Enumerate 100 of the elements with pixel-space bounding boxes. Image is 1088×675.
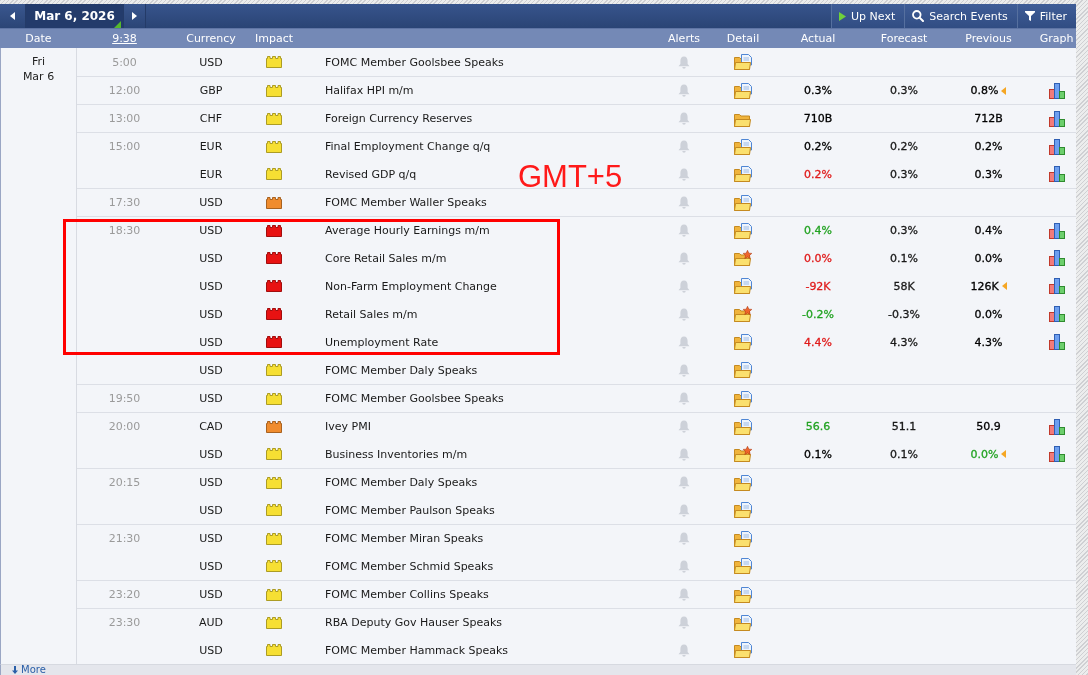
folder-document-icon[interactable] [734,418,752,435]
bar-chart-icon[interactable] [1048,278,1065,294]
down-arrow-icon [12,666,18,674]
forecast-value: 0.1% [890,251,918,265]
folder-document-icon[interactable] [734,138,752,155]
event-time: 13:00 [108,112,141,125]
up-next-button[interactable]: Up Next [831,4,905,28]
search-events-button[interactable]: Search Events [904,4,1017,28]
forecast-value: 0.2% [890,140,918,153]
forecast-value: -0.3% [888,307,920,321]
currency-code: USD [199,559,223,573]
folder-document-icon[interactable] [734,166,752,182]
event-time: 15:00 [108,140,141,153]
folder-document-icon[interactable] [734,558,752,574]
folder-star-icon[interactable] [734,250,752,266]
folder-document-icon[interactable] [734,474,752,491]
folder-document-icon[interactable] [734,362,752,378]
more-link[interactable]: More [12,665,46,675]
actual-value: 4.4% [804,335,832,349]
event-title: FOMC Member Goolsbee Speaks [325,392,504,405]
bar-chart-icon[interactable] [1048,110,1065,127]
bar-chart-icon[interactable] [1048,138,1065,155]
date-label: Mar 6 [22,69,55,84]
event-title: FOMC Member Schmid Speaks [325,559,494,573]
folder-document-icon[interactable] [734,278,752,294]
current-time-link[interactable]: 9:38 [112,32,137,45]
currency-code: USD [199,196,223,209]
event-title: FOMC Member Daly Speaks [325,363,478,377]
actual-value: 0.2% [804,140,832,153]
bar-chart-icon[interactable] [1048,334,1065,350]
previous-value: 4.3% [974,335,1003,349]
event-title: Core Retail Sales m/m [325,251,447,265]
currency-code: AUD [198,616,223,629]
corner-triangle-icon [114,21,121,28]
currency-code: USD [199,392,223,405]
folder-document-icon[interactable] [734,642,752,658]
currency-code: GBP [199,84,223,97]
event-title: FOMC Member Hammack Speaks [325,643,509,657]
bar-chart-icon[interactable] [1048,250,1065,266]
folder-document-icon[interactable] [734,194,752,211]
actual-value: 0.2% [804,167,832,181]
column-header: Actual [800,32,836,45]
folder-document-icon[interactable] [734,502,752,518]
bar-chart-icon[interactable] [1048,418,1065,435]
event-title: FOMC Member Collins Speaks [325,588,489,601]
currency-code: EUR [199,167,223,181]
event-time: 18:30 [108,224,141,237]
folder-document-icon[interactable] [734,334,752,350]
play-icon [839,11,847,21]
forecast-value: 0.3% [890,84,918,97]
folder-document-icon[interactable] [734,222,752,239]
currency-code: USD [199,476,223,489]
folder-star-icon[interactable] [734,446,752,462]
filter-button[interactable]: Filter [1016,4,1076,28]
column-header: Graph [1039,32,1074,45]
date-picker-button[interactable]: Mar 6, 2026 [26,4,123,28]
actual-value: -92K [805,279,831,293]
previous-value: 0.4% [974,224,1003,237]
event-time: 19:50 [108,392,141,405]
column-header: Forecast [880,32,928,45]
bar-chart-icon[interactable] [1048,306,1065,322]
folder-document-icon[interactable] [734,390,752,407]
actual-value: -0.2% [802,307,834,321]
folder-star-icon[interactable] [734,306,752,322]
currency-code: USD [199,363,223,377]
actual-value: 0.0% [804,251,832,265]
previous-value: 0.2% [974,140,1003,153]
right-caret-icon [132,12,137,20]
column-header: Previous [965,32,1012,45]
folder-document-icon[interactable] [734,54,752,70]
bar-chart-icon[interactable] [1048,446,1065,462]
event-time: 12:00 [108,84,141,97]
bar-chart-icon[interactable] [1048,82,1065,99]
weekday-label: Fri [31,54,46,69]
previous-value: 0.0% [970,447,999,461]
column-header: Currency [186,32,236,45]
actual-value: 0.3% [804,84,832,97]
event-title: FOMC Member Goolsbee Speaks [325,55,504,69]
event-title: Non-Farm Employment Change [325,279,497,293]
folder-document-icon[interactable] [734,530,752,547]
currency-code: USD [199,447,223,461]
event-time: 21:30 [108,532,141,545]
forecast-value: 58K [893,279,915,293]
currency-code: CAD [199,420,223,433]
folder-document-icon[interactable] [734,614,752,631]
next-day-button[interactable] [123,4,146,28]
event-title: FOMC Member Paulson Speaks [325,503,495,517]
folder-document-icon[interactable] [734,586,752,603]
currency-code: USD [199,55,223,69]
bar-chart-icon[interactable] [1048,222,1065,239]
forecast-value: 4.3% [890,335,918,349]
currency-code: USD [199,643,223,657]
forecast-value: 0.3% [890,224,918,237]
previous-value: 126K [970,279,999,293]
bar-chart-icon[interactable] [1048,166,1065,182]
column-header: Detail [726,32,760,45]
event-time: 23:30 [108,616,141,629]
folder-document-icon[interactable] [734,82,752,99]
event-time: 23:20 [108,588,141,601]
actual-value: 56.6 [805,420,831,433]
